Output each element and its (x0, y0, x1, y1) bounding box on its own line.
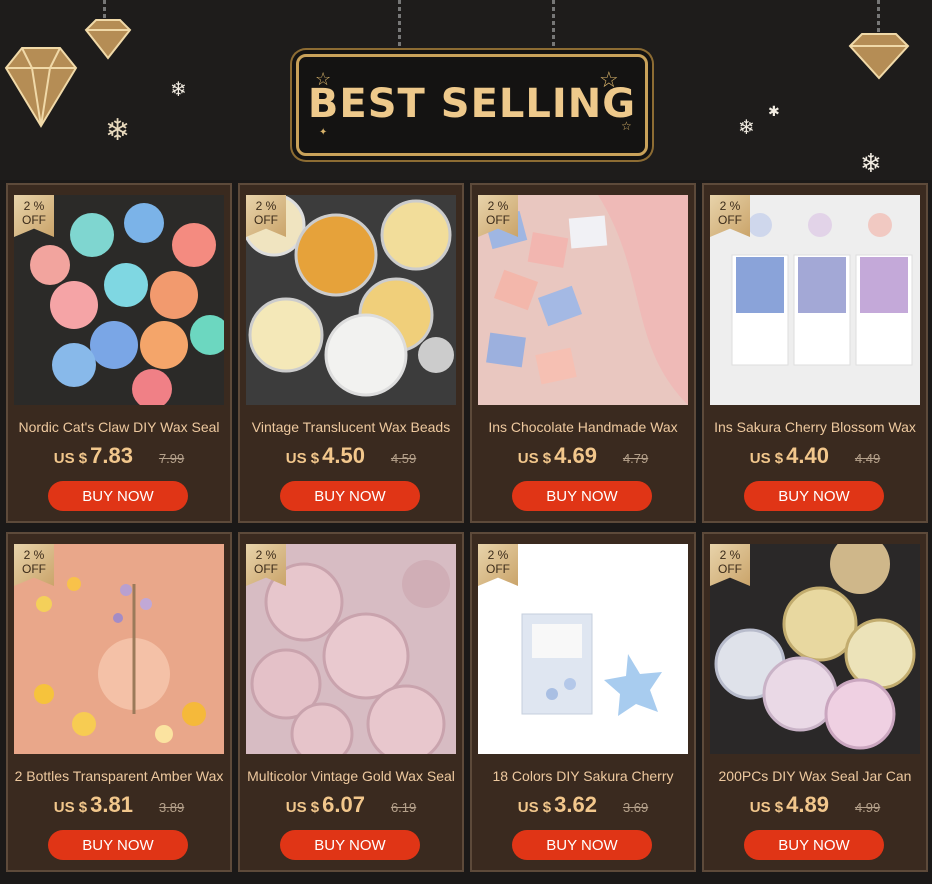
product-card[interactable]: 2 % OFF 2 Bottles Transparent Amber Wax U… (6, 532, 232, 872)
price-row: US $4.50 4.59 (240, 443, 462, 469)
product-image[interactable]: 2 % OFF (246, 195, 456, 405)
product-image[interactable]: 2 % OFF (246, 544, 456, 754)
price-row: US $4.89 4.99 (704, 792, 926, 818)
buy-now-button[interactable]: BUY NOW (512, 481, 652, 511)
best-selling-frame: ☆ ☆ ☆ ✦ BEST SELLING (296, 54, 648, 156)
sale-price: 3.81 (90, 792, 133, 817)
product-card[interactable]: 2 % OFF Nordic Cat's Claw DIY Wax Seal US… (6, 183, 232, 523)
product-image[interactable]: 2 % OFF (478, 544, 688, 754)
currency-label: US $ (53, 799, 88, 816)
currency-label: US $ (53, 450, 88, 467)
product-name[interactable]: Vintage Translucent Wax Beads (240, 419, 462, 435)
currency-label: US $ (749, 799, 784, 816)
price-row: US $3.62 3.69 (472, 792, 694, 818)
diamond-ornament-icon (84, 19, 132, 60)
price-row: US $4.40 4.49 (704, 443, 926, 469)
product-card[interactable]: 2 % OFF 200PCs DIY Wax Seal Jar Can US $4… (702, 532, 928, 872)
currency-label: US $ (749, 450, 784, 467)
product-name[interactable]: Ins Chocolate Handmade Wax (472, 419, 694, 435)
product-image[interactable]: 2 % OFF (14, 544, 224, 754)
diamond-ornament-icon (4, 47, 78, 128)
buy-now-button[interactable]: BUY NOW (280, 830, 420, 860)
product-name[interactable]: 200PCs DIY Wax Seal Jar Can (704, 768, 926, 784)
snowflake-icon: ❄ (105, 114, 131, 147)
banner: ❄ ❄ ❄ ✱ ❄ ☆ ☆ ☆ ✦ BEST SELLING (0, 0, 932, 180)
product-card[interactable]: 2 % OFF Vintage Translucent Wax Beads US … (238, 183, 464, 523)
buy-now-button[interactable]: BUY NOW (744, 830, 884, 860)
product-card[interactable]: 2 % OFF 18 Colors DIY Sakura Cherry US $3… (470, 532, 696, 872)
product-image[interactable]: 2 % OFF (710, 544, 920, 754)
product-grid: 2 % OFF Nordic Cat's Claw DIY Wax Seal US… (0, 180, 932, 884)
snowflake-icon: ❄ (170, 79, 187, 101)
original-price: 7.99 (158, 451, 185, 466)
original-price: 3.89 (158, 800, 185, 815)
product-card[interactable]: 2 % OFF Multicolor Vintage Gold Wax Seal … (238, 532, 464, 872)
product-name[interactable]: 18 Colors DIY Sakura Cherry (472, 768, 694, 784)
product-name[interactable]: 2 Bottles Transparent Amber Wax (8, 768, 230, 784)
product-name[interactable]: Ins Sakura Cherry Blossom Wax (704, 419, 926, 435)
currency-label: US $ (517, 799, 552, 816)
price-row: US $7.83 7.99 (8, 443, 230, 469)
original-price: 3.69 (622, 800, 649, 815)
buy-now-button[interactable]: BUY NOW (280, 481, 420, 511)
buy-now-button[interactable]: BUY NOW (48, 481, 188, 511)
product-image[interactable]: 2 % OFF (14, 195, 224, 405)
sale-price: 4.89 (786, 792, 829, 817)
buy-now-button[interactable]: BUY NOW (744, 481, 884, 511)
diamond-ornament-icon (848, 33, 910, 80)
currency-label: US $ (285, 450, 320, 467)
sale-price: 3.62 (554, 792, 597, 817)
price-row: US $4.69 4.79 (472, 443, 694, 469)
price-row: US $3.81 3.89 (8, 792, 230, 818)
product-name[interactable]: Nordic Cat's Claw DIY Wax Seal (8, 419, 230, 435)
snowflake-icon: ❄ (738, 117, 755, 139)
currency-label: US $ (285, 799, 320, 816)
price-row: US $6.07 6.19 (240, 792, 462, 818)
sale-price: 4.69 (554, 443, 597, 468)
chain-decoration (398, 0, 401, 52)
product-card[interactable]: 2 % OFF Ins Chocolate Handmade Wax US $4.… (470, 183, 696, 523)
page-title: BEST SELLING (307, 81, 637, 127)
snowflake-icon: ❄ (860, 148, 882, 178)
original-price: 4.49 (854, 451, 881, 466)
sale-price: 7.83 (90, 443, 133, 468)
original-price: 4.79 (622, 451, 649, 466)
product-image[interactable]: 2 % OFF (478, 195, 688, 405)
sale-price: 4.40 (786, 443, 829, 468)
sale-price: 6.07 (322, 792, 365, 817)
currency-label: US $ (517, 450, 552, 467)
chain-decoration (552, 0, 555, 50)
original-price: 4.59 (390, 451, 417, 466)
product-image[interactable]: 2 % OFF (710, 195, 920, 405)
star-icon: ✦ (319, 127, 328, 138)
original-price: 6.19 (390, 800, 417, 815)
chain-decoration (877, 0, 880, 32)
sale-price: 4.50 (322, 443, 365, 468)
snowflake-icon: ✱ (768, 103, 780, 119)
buy-now-button[interactable]: BUY NOW (512, 830, 652, 860)
product-card[interactable]: 2 % OFF Ins Sakura Cherry Blossom Wax US … (702, 183, 928, 523)
buy-now-button[interactable]: BUY NOW (48, 830, 188, 860)
product-name[interactable]: Multicolor Vintage Gold Wax Seal (240, 768, 462, 784)
original-price: 4.99 (854, 800, 881, 815)
